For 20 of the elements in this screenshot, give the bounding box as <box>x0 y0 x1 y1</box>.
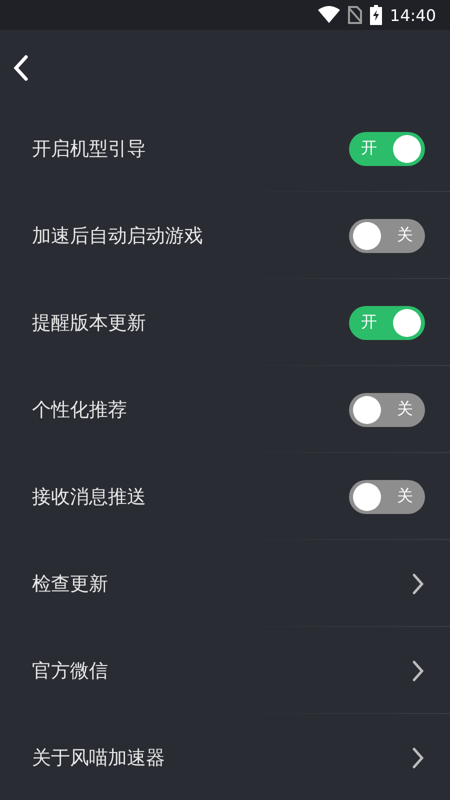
setting-label: 个性化推荐 <box>32 398 127 422</box>
setting-label: 检查更新 <box>32 572 108 596</box>
setting-label: 官方微信 <box>32 658 108 684</box>
clock: 14:40 <box>390 6 436 24</box>
battery-charging-icon <box>370 5 382 25</box>
no-sim-icon <box>348 6 362 24</box>
toggle-switch[interactable]: 关 <box>349 218 425 252</box>
setting-label: 加速后自动启动游戏 <box>32 224 203 248</box>
chevron-right-icon[interactable] <box>411 658 425 682</box>
toggle-switch[interactable]: 开 <box>349 306 425 340</box>
setting-label: 关于风喵加速器 <box>32 746 165 770</box>
chevron-right-icon[interactable] <box>411 746 425 770</box>
toggle-switch[interactable]: 关 <box>349 480 425 514</box>
toggle-switch[interactable]: 开 <box>349 132 425 166</box>
setting-label: 提醒版本更新 <box>32 310 146 336</box>
setting-label: 接收消息推送 <box>32 484 146 510</box>
toggle-switch[interactable]: 关 <box>349 392 425 426</box>
wifi-icon <box>318 6 340 24</box>
chevron-right-icon[interactable] <box>411 572 425 596</box>
setting-label: 开启机型引导 <box>32 136 146 162</box>
